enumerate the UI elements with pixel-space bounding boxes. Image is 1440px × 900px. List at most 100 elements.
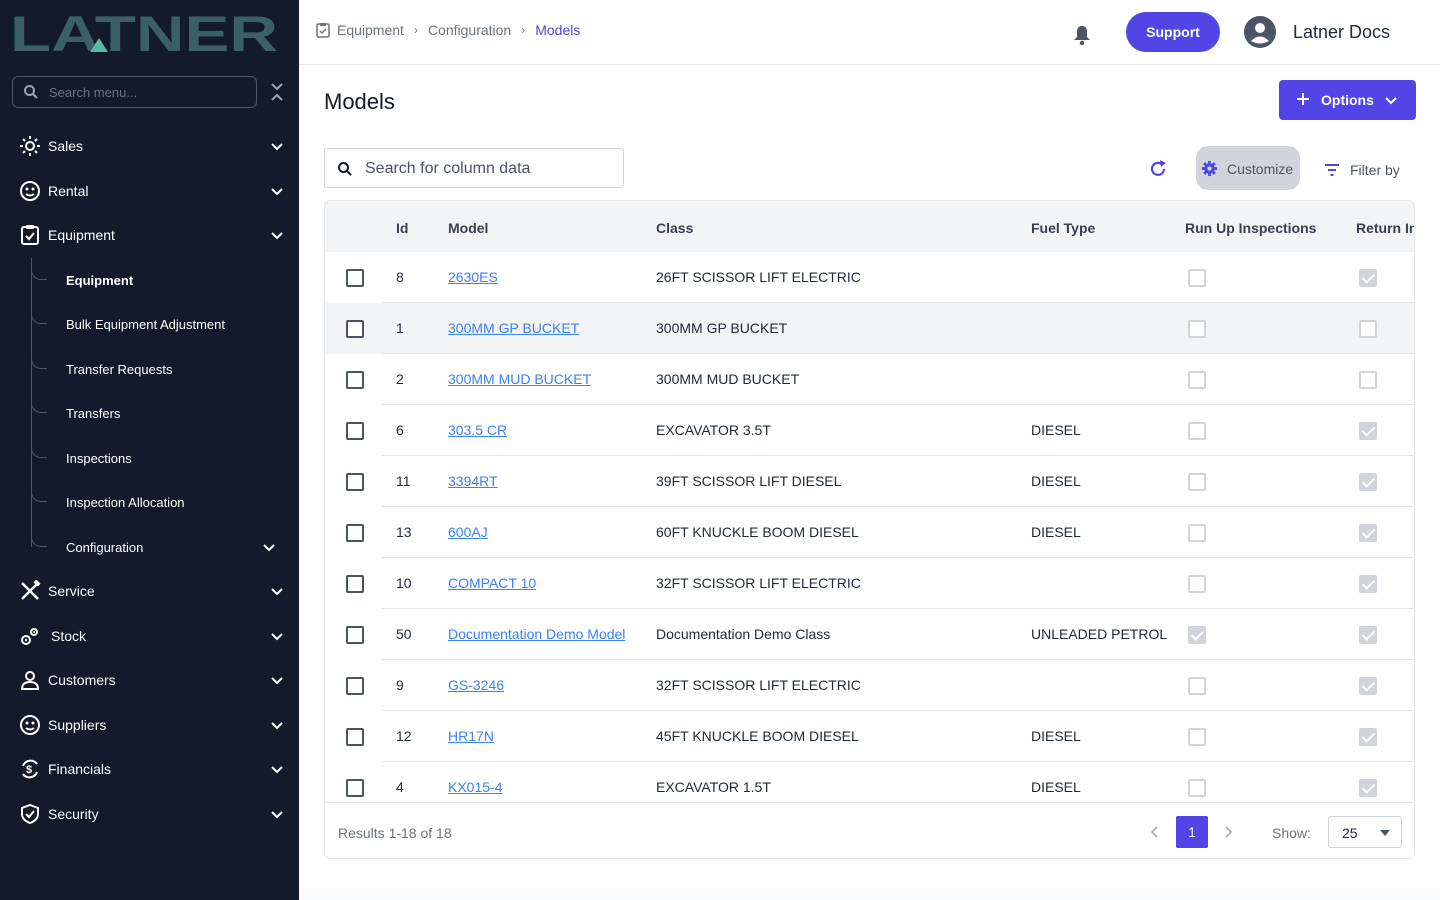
- table-body: 8 2630ES 26FT SCISSOR LIFT ELECTRIC 1 300MM …: [325, 252, 1414, 802]
- cell-model-link[interactable]: 2630ES: [448, 269, 498, 285]
- table-row[interactable]: 1 300MM GP BUCKET 300MM GP BUCKET: [325, 303, 1414, 354]
- chevron-right-icon: ›: [521, 23, 526, 37]
- chevron-right-icon[interactable]: [1222, 824, 1236, 840]
- sidebar-item-label: Equipment: [48, 227, 115, 243]
- chevron-down-icon: [263, 544, 275, 552]
- cell-model-link[interactable]: 600AJ: [448, 524, 488, 540]
- search-icon: [338, 162, 352, 176]
- column-header-id[interactable]: Id: [396, 220, 408, 236]
- sidebar-item-sales[interactable]: Sales: [0, 128, 299, 164]
- sidebar-subitem-bulk-equipment-adjustment[interactable]: Bulk Equipment Adjustment: [31, 308, 299, 340]
- table-row[interactable]: 12 HR17N 45FT KNUCKLE BOOM DIESEL DIESEL: [325, 711, 1414, 762]
- sidebar-item-customers[interactable]: Customers: [0, 662, 299, 698]
- filter-by-button[interactable]: Filter by: [1324, 160, 1400, 180]
- row-select-checkbox[interactable]: [346, 728, 364, 746]
- clipboard-check-icon: [316, 23, 330, 38]
- row-select-checkbox[interactable]: [346, 320, 364, 338]
- cell-model-link[interactable]: GS-3246: [448, 677, 504, 693]
- sidebar-item-financials[interactable]: $ Financials: [0, 751, 299, 787]
- cell-class: 300MM GP BUCKET: [656, 320, 788, 336]
- row-select-checkbox[interactable]: [346, 473, 364, 491]
- chevron-left-icon[interactable]: [1147, 824, 1161, 840]
- sidebar-subitem-transfers[interactable]: Transfers: [31, 397, 299, 429]
- refresh-icon[interactable]: [1148, 159, 1168, 179]
- cell-model-link[interactable]: 303.5 CR: [448, 422, 507, 438]
- cell-model-link[interactable]: Documentation Demo Model: [448, 626, 625, 642]
- column-header-model[interactable]: Model: [448, 220, 488, 236]
- row-select-checkbox[interactable]: [346, 626, 364, 644]
- row-select-checkbox[interactable]: [346, 575, 364, 593]
- options-button[interactable]: Options: [1279, 80, 1416, 120]
- table-row[interactable]: 13 600AJ 60FT KNUCKLE BOOM DIESEL DIESEL: [325, 507, 1414, 558]
- chevron-down-icon: [271, 811, 283, 819]
- sidebar-item-equipment[interactable]: Equipment: [0, 217, 299, 253]
- sidebar-search-input[interactable]: Search menu...: [12, 76, 257, 108]
- row-select-checkbox[interactable]: [346, 422, 364, 440]
- page-title: Models: [324, 89, 395, 114]
- page-button-current[interactable]: 1: [1176, 816, 1208, 848]
- cell-model-link[interactable]: 3394RT: [448, 473, 498, 489]
- sidebar-item-service[interactable]: Service: [0, 573, 299, 609]
- row-select-checkbox[interactable]: [346, 677, 364, 695]
- sidebar-item-label: Stock: [51, 628, 87, 644]
- sidebar-subitem-inspection-allocation[interactable]: Inspection Allocation: [31, 486, 299, 518]
- breadcrumb-models[interactable]: Models: [535, 22, 580, 38]
- cell-model-link[interactable]: COMPACT 10: [448, 575, 536, 591]
- table-row[interactable]: 9 GS-3246 32FT SCISSOR LIFT ELECTRIC: [325, 660, 1414, 711]
- sidebar-item-rental[interactable]: Rental: [0, 173, 299, 209]
- sidebar: LATNER Search menu... Sales Rental Equip…: [0, 0, 299, 900]
- collapse-sidebar-icon[interactable]: [268, 82, 286, 102]
- return-inspections-checkbox: [1359, 575, 1377, 593]
- table-row[interactable]: 6 303.5 CR EXCAVATOR 3.5T DIESEL: [325, 405, 1414, 456]
- return-inspections-checkbox: [1359, 524, 1377, 542]
- table-row[interactable]: 10 COMPACT 10 32FT SCISSOR LIFT ELECTRIC: [325, 558, 1414, 609]
- support-button[interactable]: Support: [1126, 12, 1220, 52]
- sidebar-subitem-transfer-requests[interactable]: Transfer Requests: [31, 353, 299, 385]
- table-footer: Results 1-18 of 18 1 Show: 25: [325, 802, 1414, 858]
- run-up-inspections-checkbox: [1188, 371, 1206, 389]
- cell-model-link[interactable]: 300MM MUD BUCKET: [448, 371, 591, 387]
- row-select-checkbox[interactable]: [346, 524, 364, 542]
- customize-button[interactable]: Customize: [1196, 146, 1300, 190]
- sidebar-item-suppliers[interactable]: Suppliers: [0, 707, 299, 743]
- sidebar-subitem-configuration[interactable]: Configuration: [31, 531, 299, 563]
- breadcrumb: Equipment › Configuration › Models: [315, 22, 580, 38]
- table-row[interactable]: 50 Documentation Demo Model Documentation …: [325, 609, 1414, 660]
- bell-icon[interactable]: [1071, 24, 1093, 46]
- table-row[interactable]: 8 2630ES 26FT SCISSOR LIFT ELECTRIC: [325, 252, 1414, 303]
- chevron-down-icon: [271, 677, 283, 685]
- chevron-down-icon: [271, 633, 283, 641]
- column-header-fuel-type[interactable]: Fuel Type: [1031, 220, 1095, 236]
- person-icon: [20, 671, 40, 690]
- row-select-checkbox[interactable]: [346, 779, 364, 797]
- chevron-down-icon: [271, 588, 283, 596]
- sidebar-item-label: Financials: [48, 761, 112, 777]
- sidebar-subitem-equipment[interactable]: Equipment: [31, 264, 299, 296]
- table-row[interactable]: 4 KX015-4 EXCAVATOR 1.5T DIESEL: [325, 762, 1414, 802]
- run-up-inspections-checkbox: [1188, 320, 1206, 338]
- cell-model-link[interactable]: 300MM GP BUCKET: [448, 320, 579, 336]
- cell-model-link[interactable]: KX015-4: [448, 779, 502, 795]
- latner-logo[interactable]: LATNER: [10, 12, 280, 54]
- cell-fuel-type: DIESEL: [1031, 779, 1081, 795]
- table-row[interactable]: 2 300MM MUD BUCKET 300MM MUD BUCKET: [325, 354, 1414, 405]
- user-name[interactable]: Latner Docs: [1293, 22, 1390, 43]
- page-size-select[interactable]: 25: [1328, 816, 1402, 848]
- column-header-return-in[interactable]: Return In: [1356, 220, 1414, 236]
- table-row[interactable]: 11 3394RT 39FT SCISSOR LIFT DIESEL DIESEL: [325, 456, 1414, 507]
- column-header-run-up-inspections[interactable]: Run Up Inspections: [1185, 220, 1316, 236]
- sidebar-item-label: Security: [48, 806, 99, 822]
- cell-model-link[interactable]: HR17N: [448, 728, 494, 744]
- column-search-input[interactable]: Search for column data: [324, 148, 624, 188]
- row-select-checkbox[interactable]: [346, 371, 364, 389]
- sidebar-item-label: Service: [48, 583, 95, 599]
- column-header-class[interactable]: Class: [656, 220, 693, 236]
- face-icon: [20, 181, 40, 201]
- breadcrumb-equipment[interactable]: Equipment: [337, 22, 404, 38]
- sidebar-subitem-inspections[interactable]: Inspections: [31, 442, 299, 474]
- breadcrumb-configuration[interactable]: Configuration: [428, 22, 511, 38]
- row-select-checkbox[interactable]: [346, 269, 364, 287]
- sidebar-item-stock[interactable]: Stock: [0, 618, 299, 654]
- sidebar-item-security[interactable]: Security: [0, 796, 299, 832]
- avatar[interactable]: [1244, 16, 1276, 48]
